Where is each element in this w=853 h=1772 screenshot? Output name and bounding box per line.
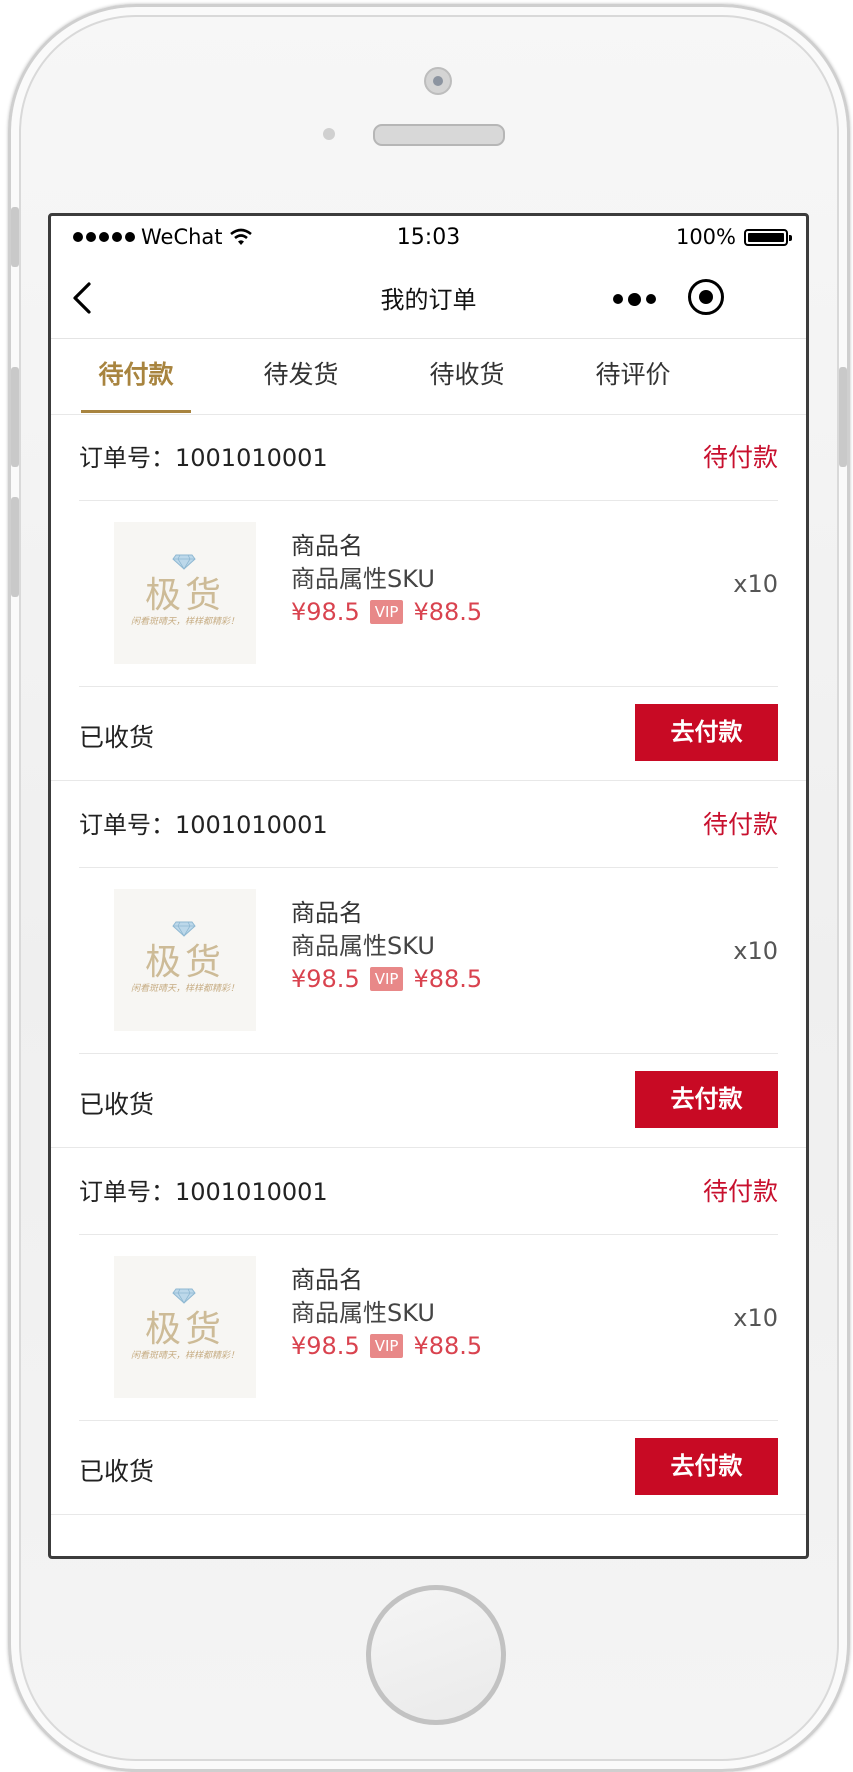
order-header: 订单号：1001010001 待付款 xyxy=(79,1148,778,1235)
order-header: 订单号：1001010001 待付款 xyxy=(79,414,778,501)
product-logo-text: 极货 xyxy=(144,942,225,983)
battery-icon xyxy=(744,228,792,246)
order-status: 待付款 xyxy=(702,1177,778,1206)
product-slogan: 闲看斑晴天，样样都精彩！ xyxy=(130,1351,239,1361)
order-footer-text: 已收货 xyxy=(79,1090,155,1119)
product-thumbnail: 极货 闲看斑晴天，样样都精彩！ xyxy=(114,889,256,1031)
order-card: 订单号：1001010001 待付款 极货 闲看斑晴天，样样都精彩！ 商品名 商… xyxy=(51,414,806,781)
status-bar: WeChat 15:03 100% xyxy=(51,216,806,260)
product-slogan: 闲看斑晴天，样样都精彩！ xyxy=(130,617,239,627)
regular-price: ¥98.5 xyxy=(291,598,360,626)
product-thumbnail: 极货 闲看斑晴天，样样都精彩！ xyxy=(114,1256,256,1398)
pay-button[interactable]: 去付款 xyxy=(635,1438,778,1495)
order-header: 订单号：1001010001 待付款 xyxy=(79,781,778,868)
price-row: ¥98.5 VIP ¥88.5 xyxy=(291,963,482,995)
item-quantity: x10 xyxy=(733,1304,778,1332)
price-row: ¥98.5 VIP ¥88.5 xyxy=(291,596,482,628)
vip-badge: VIP xyxy=(369,600,404,624)
mute-switch xyxy=(11,207,19,267)
vip-badge: VIP xyxy=(369,1334,404,1358)
product-sku: 商品属性SKU xyxy=(291,1299,435,1327)
vip-price: ¥88.5 xyxy=(413,598,483,626)
order-item[interactable]: 极货 闲看斑晴天，样样都精彩！ 商品名 商品属性SKU ¥98.5 VIP ¥8… xyxy=(79,500,778,687)
tab-pending-review[interactable]: 待评价 xyxy=(553,339,713,414)
app-screen: WeChat 15:03 100% 我的订单 待付款 待发货 待收货 待评价 订… xyxy=(48,213,809,1559)
product-name: 商品名 xyxy=(291,1266,363,1294)
battery-group: 100% xyxy=(675,225,792,249)
vip-badge: VIP xyxy=(369,967,404,991)
item-info: 商品名 商品属性SKU ¥98.5 VIP ¥88.5 xyxy=(291,897,482,995)
product-logo-text: 极货 xyxy=(144,1309,225,1350)
order-footer-text: 已收货 xyxy=(79,723,155,752)
tab-pending-shipment[interactable]: 待发货 xyxy=(221,339,381,414)
power-button xyxy=(839,367,847,467)
product-slogan: 闲看斑晴天，样样都精彩！ xyxy=(130,984,239,994)
product-name: 商品名 xyxy=(291,532,363,560)
more-menu-icon[interactable] xyxy=(613,284,657,314)
product-name: 商品名 xyxy=(291,899,363,927)
active-tab-indicator xyxy=(81,410,191,413)
order-tabs: 待付款 待发货 待收货 待评价 xyxy=(51,339,806,415)
close-miniprogram-icon[interactable] xyxy=(688,279,724,315)
order-item[interactable]: 极货 闲看斑晴天，样样都精彩！ 商品名 商品属性SKU ¥98.5 VIP ¥8… xyxy=(79,1234,778,1421)
order-card: 订单号：1001010001 待付款 极货 闲看斑晴天，样样都精彩！ 商品名 商… xyxy=(51,781,806,1148)
regular-price: ¥98.5 xyxy=(291,965,360,993)
item-info: 商品名 商品属性SKU ¥98.5 VIP ¥88.5 xyxy=(291,530,482,628)
order-card: 订单号：1001010001 待付款 极货 闲看斑晴天，样样都精彩！ 商品名 商… xyxy=(51,1148,806,1515)
pay-button[interactable]: 去付款 xyxy=(635,704,778,761)
order-footer: 已收货 去付款 xyxy=(79,1420,778,1514)
product-logo-text: 极货 xyxy=(144,575,225,616)
vip-price: ¥88.5 xyxy=(413,965,483,993)
battery-percent: 100% xyxy=(675,225,736,249)
product-sku: 商品属性SKU xyxy=(291,932,435,960)
navigation-bar: 我的订单 xyxy=(51,260,806,339)
order-status: 待付款 xyxy=(702,443,778,472)
tab-pending-payment[interactable]: 待付款 xyxy=(56,339,216,414)
order-number: 订单号：1001010001 xyxy=(79,811,328,839)
proximity-sensor xyxy=(323,128,335,140)
pay-button[interactable]: 去付款 xyxy=(635,1071,778,1128)
tab-pending-receipt[interactable]: 待收货 xyxy=(387,339,547,414)
front-camera xyxy=(424,67,452,95)
order-item[interactable]: 极货 闲看斑晴天，样样都精彩！ 商品名 商品属性SKU ¥98.5 VIP ¥8… xyxy=(79,867,778,1054)
price-row: ¥98.5 VIP ¥88.5 xyxy=(291,1330,482,1362)
earpiece-speaker xyxy=(373,124,505,146)
product-thumbnail: 极货 闲看斑晴天，样样都精彩！ xyxy=(114,522,256,664)
order-footer: 已收货 去付款 xyxy=(79,1053,778,1147)
order-footer-text: 已收货 xyxy=(79,1457,155,1486)
regular-price: ¥98.5 xyxy=(291,1332,360,1360)
item-info: 商品名 商品属性SKU ¥98.5 VIP ¥88.5 xyxy=(291,1264,482,1362)
volume-up-button xyxy=(11,367,19,467)
order-number: 订单号：1001010001 xyxy=(79,1178,328,1206)
volume-down-button xyxy=(11,497,19,597)
vip-price: ¥88.5 xyxy=(413,1332,483,1360)
home-button[interactable] xyxy=(366,1585,506,1725)
order-number: 订单号：1001010001 xyxy=(79,444,328,472)
order-footer: 已收货 去付款 xyxy=(79,686,778,780)
order-list: 订单号：1001010001 待付款 极货 闲看斑晴天，样样都精彩！ 商品名 商… xyxy=(51,414,806,1515)
item-quantity: x10 xyxy=(733,937,778,965)
order-status: 待付款 xyxy=(702,810,778,839)
product-sku: 商品属性SKU xyxy=(291,565,435,593)
item-quantity: x10 xyxy=(733,570,778,598)
